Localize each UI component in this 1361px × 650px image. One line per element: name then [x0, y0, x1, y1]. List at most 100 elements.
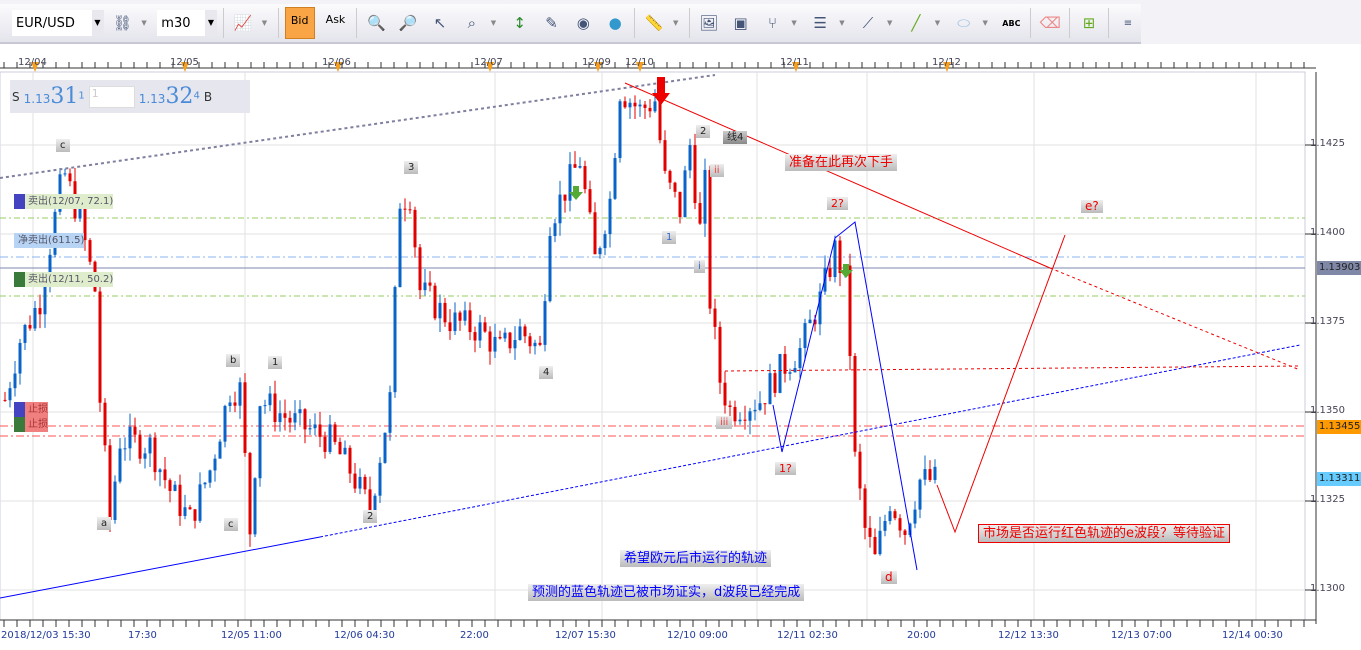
dropdown-arrow-icon[interactable]: ▼ — [983, 19, 993, 27]
chart-type-icon[interactable]: 📈 — [230, 10, 256, 36]
candle-body — [63, 173, 67, 175]
divider — [634, 8, 636, 38]
bid-button[interactable]: Bid — [284, 7, 315, 39]
pitchfork-icon[interactable]: ⑂ — [760, 10, 786, 36]
wave-label: 2 — [696, 125, 711, 138]
stop-loss-tag[interactable]: 止损 — [14, 417, 48, 432]
edit-window-icon[interactable]: ✎ — [539, 10, 565, 36]
wave-label: d — [881, 571, 897, 584]
dropdown-arrow-icon[interactable]: ▼ — [141, 19, 151, 27]
candle-body — [413, 209, 417, 248]
sell-price[interactable]: 1.13311 — [24, 84, 85, 109]
more-icon[interactable]: ≡ — [1115, 10, 1141, 36]
lot-size-input[interactable]: 1 — [88, 85, 135, 108]
candle-body — [153, 437, 157, 473]
candle-body — [283, 413, 287, 418]
sell-position-tag[interactable]: 卖出(12/11, 50.2) — [14, 272, 114, 287]
dropdown-arrow-icon[interactable]: ▼ — [262, 19, 272, 27]
candle-body — [443, 302, 447, 323]
line-icon[interactable]: ╱ — [903, 10, 929, 36]
candle-body — [378, 462, 382, 496]
time-label: 12/10 09:00 — [667, 630, 728, 641]
tag-text: 止损 — [28, 404, 48, 415]
chevron-down-icon: ▼ — [204, 10, 217, 36]
candle-body — [603, 234, 607, 249]
candle-body — [728, 405, 732, 407]
candle-body — [3, 399, 7, 401]
candle-body — [118, 448, 122, 482]
candle-body — [673, 182, 677, 192]
globe-icon[interactable]: ● — [602, 10, 628, 36]
candle-body — [498, 336, 502, 339]
candle-body — [468, 310, 472, 333]
candle-body — [463, 310, 467, 321]
candle-body — [768, 373, 772, 405]
candle-body — [733, 406, 737, 422]
fan-icon[interactable]: ⟋ — [855, 10, 881, 36]
dropdown-arrow-icon[interactable]: ▼ — [839, 19, 849, 27]
candle-body — [473, 332, 477, 341]
dropdown-arrow-icon[interactable]: ▼ — [791, 19, 801, 27]
candle-body — [248, 452, 252, 535]
cursor-icon[interactable]: ↖ — [427, 10, 453, 36]
candle-body — [208, 470, 212, 483]
price-chart[interactable]: 12/04 12/05 12/06 12/07 12/09 12/10 12/1… — [0, 44, 1361, 650]
ruler-icon[interactable]: 📏 — [641, 10, 667, 36]
zoom-area-icon[interactable]: ⌕ — [459, 10, 485, 36]
candle-body — [788, 372, 792, 374]
zoom-in-icon[interactable]: 🔍 — [363, 10, 389, 36]
candle-body — [188, 507, 192, 510]
candle-body — [268, 393, 272, 406]
candle-body — [483, 322, 487, 332]
candle-body — [173, 484, 177, 491]
image-icon[interactable]: 🖼 — [696, 10, 722, 36]
eye-icon[interactable]: ◉ — [570, 10, 596, 36]
wave-label: e? — [1081, 200, 1103, 213]
text-icon[interactable]: ABC — [998, 10, 1024, 36]
dropdown-arrow-icon[interactable]: ▼ — [887, 19, 897, 27]
candle-body — [748, 411, 752, 421]
dropdown-arrow-icon[interactable]: ▼ — [491, 19, 501, 27]
zoom-out-icon[interactable]: 🔎 — [395, 10, 421, 36]
hierarchy-icon[interactable]: ⊞ — [1076, 10, 1102, 36]
candle-body — [808, 319, 812, 324]
top-date-label: 12/11 — [780, 57, 809, 68]
wave-label: 1 — [662, 231, 677, 244]
annotation-confirmed: 预测的蓝色轨迹已被市场证实，d波段已经完成 — [528, 584, 805, 601]
window-chart-icon[interactable]: ▣ — [728, 10, 754, 36]
candle-body — [158, 469, 162, 473]
candle-body — [493, 336, 497, 352]
candle-body — [308, 428, 312, 430]
candle-body — [923, 469, 927, 480]
candle-body — [108, 445, 112, 521]
eraser-icon[interactable]: ⌫ — [1037, 10, 1063, 36]
stop-price-badge: 1.13455 — [1317, 420, 1361, 434]
candle-body — [168, 480, 172, 491]
net-sell-tag[interactable]: 净卖出(611.5) — [14, 233, 85, 248]
candle-body — [233, 402, 237, 406]
ellipse-icon[interactable]: ⬭ — [951, 10, 977, 36]
divider — [1030, 8, 1032, 38]
candle-body — [543, 301, 547, 345]
wave-label: 线4 — [723, 131, 748, 144]
divider — [277, 8, 279, 38]
fibonacci-icon[interactable]: ☰ — [807, 10, 833, 36]
buy-price[interactable]: 1.13324 — [139, 84, 200, 109]
link-icon[interactable]: ⛓ — [110, 10, 136, 36]
divider — [1108, 8, 1109, 38]
ask-button[interactable]: Ask — [321, 7, 351, 39]
timeframe-value: m30 — [161, 15, 191, 31]
timeframe-select[interactable]: m30 ▼ — [157, 10, 217, 36]
candle-body — [343, 447, 347, 455]
time-label: 20:00 — [907, 630, 936, 641]
candle-body — [298, 409, 302, 414]
symbol-select[interactable]: EUR/USD ▼ — [12, 10, 104, 36]
candle-body — [758, 403, 762, 410]
autoscale-icon[interactable]: ↕ — [507, 10, 533, 36]
sell-position-tag[interactable]: 卖出(12/07, 72.1) — [14, 194, 114, 209]
stop-loss-tag[interactable]: 止损 — [14, 402, 48, 417]
dropdown-arrow-icon[interactable]: ▼ — [673, 19, 683, 27]
candle-body — [178, 484, 182, 516]
dropdown-arrow-icon[interactable]: ▼ — [935, 19, 945, 27]
sell-price-big: 31 — [50, 84, 79, 109]
